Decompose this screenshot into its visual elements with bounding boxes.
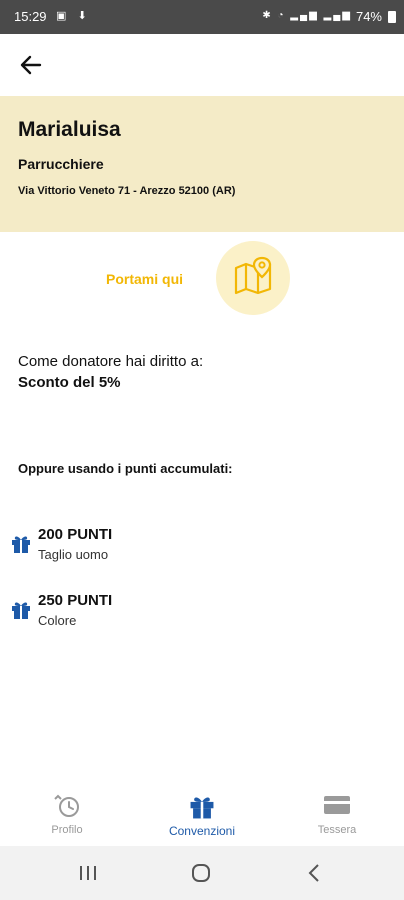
map-pin-icon [234,256,272,295]
gift-icon [12,602,30,619]
shop-address: Via Vittorio Veneto 71 - Arezzo 52100 (A… [18,185,236,197]
card-icon [324,796,350,814]
reward-description: Colore [38,613,77,628]
signal-icons: ✱ ◔ ▂▄▆ ▂▄▆ [262,10,352,21]
arrow-left-icon [20,55,42,75]
recent-apps-icon [80,866,96,880]
chevron-left-icon [308,864,319,882]
shop-name: Marialuisa [18,118,121,141]
home-button[interactable] [182,862,222,884]
points-heading: Oppure usando i punti accumulati: [18,461,233,476]
recent-apps-button[interactable] [68,862,108,884]
tab-profilo[interactable]: Profilo [0,780,134,844]
battery-icon [388,11,396,23]
reward-item[interactable]: 250 PUNTI Colore [10,592,310,636]
tab-tessera[interactable]: Tessera [270,780,404,844]
history-icon [54,794,79,817]
reward-points: 250 PUNTI [38,592,113,609]
donor-discount: Sconto del 5% [18,374,121,391]
bottom-navigation: Profilo Convenzioni Tessera [0,780,404,844]
back-button[interactable] [14,48,48,82]
status-bar: 15:29 ▣ ⬇ ✱ ◔ ▂▄▆ ▂▄▆ 74% [0,0,404,34]
tab-label: Profilo [51,824,83,836]
reward-description: Taglio uomo [38,547,109,562]
home-icon [192,864,210,882]
reward-points: 200 PUNTI [38,526,113,543]
tab-convenzioni[interactable]: Convenzioni [135,780,269,844]
status-time: 15:29 [14,9,47,24]
tab-label: Convenzioni [168,824,236,838]
notification-icons: ▣ ⬇ [56,10,91,22]
gift-icon [12,536,30,553]
battery-level: 74% [355,9,382,24]
shop-header: Marialuisa Parrucchiere Via Vittorio Ven… [0,96,404,232]
app-bar [0,34,404,96]
reward-item[interactable]: 200 PUNTI Taglio uomo [10,526,310,570]
shop-category: Parrucchiere [18,156,104,172]
navigate-label[interactable]: Portami qui [106,271,183,287]
donor-benefit-intro: Come donatore hai diritto a: [18,353,204,370]
gift-icon [190,797,214,819]
system-back-button[interactable] [296,862,336,884]
tab-label: Tessera [317,824,357,836]
navigate-button[interactable] [216,241,290,315]
system-navigation-bar [0,846,404,900]
